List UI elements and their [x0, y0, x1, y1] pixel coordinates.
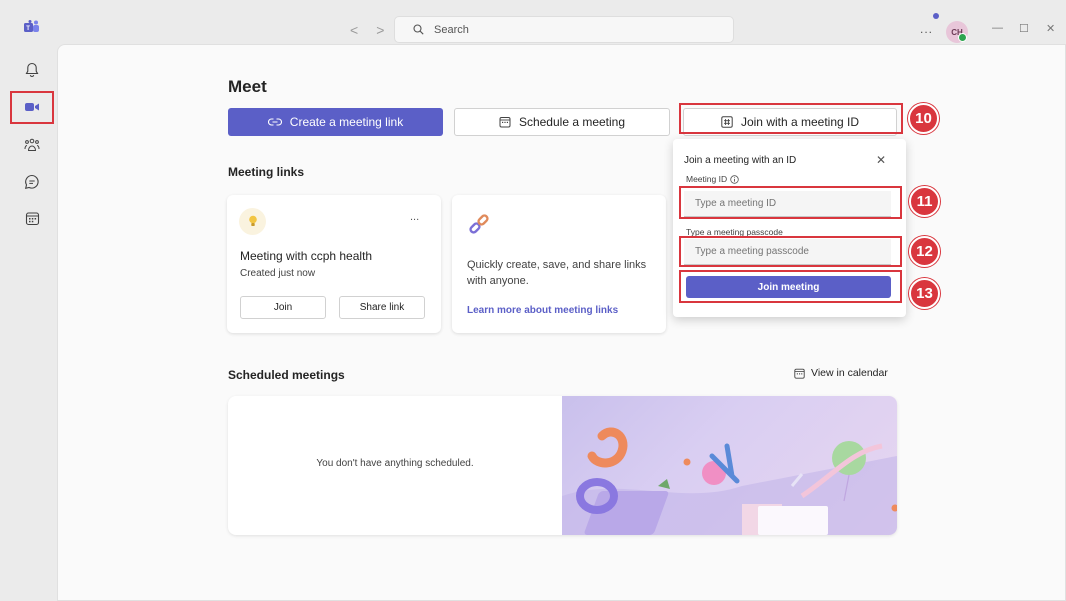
card-more-button[interactable]: ...: [410, 211, 419, 223]
meeting-created: Created just now: [240, 268, 316, 279]
learn-more-link[interactable]: Learn more about meeting links: [467, 305, 618, 316]
meeting-id-label-row: Meeting ID: [686, 174, 739, 184]
create-meeting-link-button[interactable]: Create a meeting link: [228, 108, 443, 136]
forward-button[interactable]: >: [376, 22, 384, 38]
link-icon: [267, 118, 282, 126]
page-title: Meet: [228, 77, 267, 96]
annotation-badge-10: 10: [908, 103, 939, 134]
annotation-box-9: [10, 91, 54, 124]
history-nav: < >: [350, 22, 384, 38]
scheduled-meetings-title: Scheduled meetings: [228, 368, 345, 382]
notification-dot: [933, 13, 939, 19]
presence-available-icon: [958, 33, 967, 42]
scheduled-meetings-panel: You don't have anything scheduled.: [228, 396, 897, 535]
title-bar: T < > Search ... CH — ☐ ✕: [0, 0, 1066, 44]
calendar-icon: [499, 117, 511, 128]
schedule-meeting-button[interactable]: Schedule a meeting: [454, 108, 670, 136]
annotation-box-12: [679, 236, 902, 267]
teams-logo-icon: T: [24, 20, 39, 32]
more-options-button[interactable]: ...: [920, 22, 933, 36]
annotation-box-13: [679, 270, 902, 303]
join-button[interactable]: Join: [240, 296, 326, 319]
annotation-box-11: [679, 186, 902, 219]
meeting-link-card[interactable]: ... Meeting with ccph health Created jus…: [227, 195, 441, 333]
celebration-illustration: [562, 427, 897, 535]
create-meeting-link-label: Create a meeting link: [289, 115, 404, 129]
search-placeholder: Search: [434, 23, 469, 36]
empty-schedule-text: You don't have anything scheduled.: [316, 458, 474, 469]
meeting-id-label: Meeting ID: [686, 174, 728, 184]
annotation-badge-12: 12: [909, 236, 940, 267]
view-in-calendar-button[interactable]: View in calendar: [794, 367, 888, 379]
schedule-meeting-label: Schedule a meeting: [518, 115, 626, 129]
lightbulb-icon: [239, 208, 266, 235]
meeting-links-title: Meeting links: [228, 165, 305, 179]
close-window-button[interactable]: ✕: [1046, 22, 1055, 35]
info-icon: [730, 174, 739, 184]
back-button[interactable]: <: [350, 22, 358, 38]
calendar-icon: [794, 368, 805, 379]
chain-link-icon: [469, 214, 489, 234]
search-input[interactable]: Search: [394, 16, 734, 43]
meeting-name: Meeting with ccph health: [240, 249, 373, 263]
maximize-button[interactable]: ☐: [1019, 22, 1029, 35]
annotation-badge-11: 11: [909, 186, 940, 217]
activity-bell-icon[interactable]: [23, 61, 41, 79]
chat-icon[interactable]: [23, 173, 41, 191]
promo-text: Quickly create, save, and share links wi…: [467, 259, 647, 287]
search-icon: [413, 24, 424, 35]
calendar-icon[interactable]: [23, 209, 41, 227]
communities-icon[interactable]: [23, 136, 41, 154]
decorative-illustration: [562, 396, 897, 535]
share-link-button[interactable]: Share link: [339, 296, 425, 319]
minimize-button[interactable]: —: [992, 22, 1003, 34]
promo-card: Quickly create, save, and share links wi…: [452, 195, 666, 333]
flyout-close-button[interactable]: ✕: [876, 153, 886, 167]
view-in-calendar-label: View in calendar: [811, 367, 888, 379]
flyout-title: Join a meeting with an ID: [684, 155, 797, 166]
annotation-box-10: [679, 103, 903, 134]
annotation-badge-13: 13: [909, 278, 940, 309]
svg-text:T: T: [26, 26, 30, 32]
